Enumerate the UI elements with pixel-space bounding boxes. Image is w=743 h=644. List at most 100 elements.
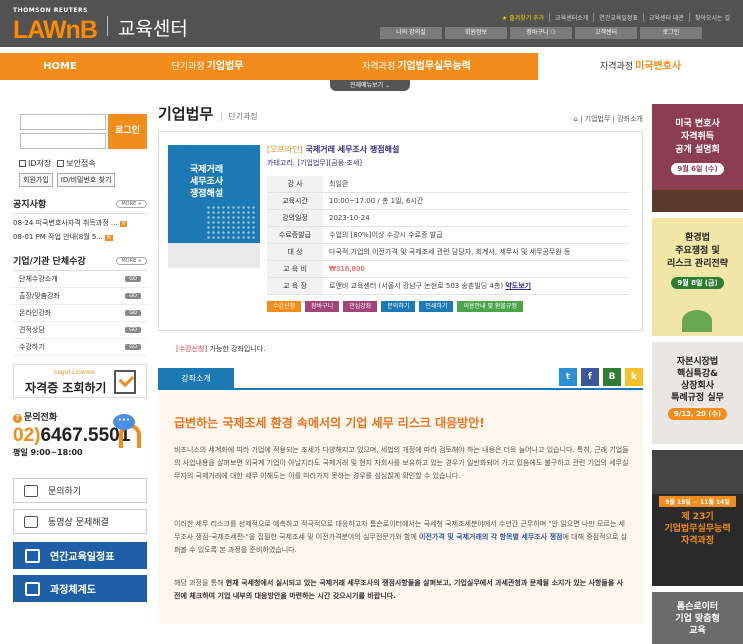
video-help-button[interactable]: 동영상 문제해결 xyxy=(13,509,147,534)
login-box: 로그인 xyxy=(13,108,147,168)
banner-us-lawyer[interactable]: 미국 변호사 자격취득 공개 설명회 9월 6일 (수) xyxy=(652,104,743,212)
nav-cert-course[interactable]: 자격과정 기업법무실무능력 xyxy=(295,53,538,80)
nav-label: 기업법무실무능력 xyxy=(397,61,471,72)
print-button[interactable]: 인쇄하기 xyxy=(419,301,454,312)
share-icons: t f B k xyxy=(559,368,643,386)
banner-cert-course[interactable]: 9월 19일 ~ 11월 14일 제 23기 기업법무실무능력 자격과정 xyxy=(652,450,743,586)
book-pattern xyxy=(206,205,256,239)
util-link-directions[interactable]: 찾아오시는 길 xyxy=(688,13,735,22)
add-cart-button[interactable]: 장바구니 xyxy=(305,301,340,312)
phone-label: 문의전화 xyxy=(24,413,58,423)
course-actions: 수강신청 장바구니 관심강좌 문의하기 인쇄하기 이용안내 및 환불규정 xyxy=(267,301,639,312)
info-label: 수료증발급 xyxy=(267,226,323,244)
customer-center-button[interactable]: 고객센터 xyxy=(575,27,637,39)
login-button[interactable]: 로그인 xyxy=(108,114,147,149)
info-row: 교 육 비 ₩316,800 xyxy=(267,260,629,278)
page-header: 기업법무 단기과정 ⌂ | 기업법무 | 강좌소개 xyxy=(158,104,643,124)
info-label: 교 육 장 xyxy=(267,277,323,295)
biz-item[interactable]: 단체수강소개 GO xyxy=(13,271,147,288)
banner-title: 자본시장법 핵심특강& 상장회사 특례규정 실무 xyxy=(671,357,724,403)
tab-bar: 강좌소개 t f B k xyxy=(158,368,643,390)
member-info-button[interactable]: 회원정보 xyxy=(445,27,507,39)
nav-prefix: 자격과정 xyxy=(599,62,634,72)
biz-item[interactable]: 온라인강좌 GO xyxy=(13,305,147,322)
biz-item[interactable]: 출장/맞춤강좌 GO xyxy=(13,288,147,305)
chat-bubble-icon: ••• xyxy=(113,414,135,430)
notice-more-button[interactable]: MORE + xyxy=(116,199,147,208)
info-label: 강 사 xyxy=(267,176,323,193)
biz-more-button[interactable]: MORE + xyxy=(116,256,147,265)
book-footer xyxy=(168,243,260,268)
page-subtitle: 단기과정 xyxy=(221,112,258,121)
map-link[interactable]: 약도보기 xyxy=(505,282,531,290)
info-value: 다국적 기업의 이전가격 및 국제조세 관련 담당자, 회계사, 세무사 및 세… xyxy=(323,243,629,261)
annual-schedule-button[interactable]: 연간교육일정표 xyxy=(13,542,147,569)
go-button[interactable]: GO xyxy=(125,293,141,299)
twitter-icon[interactable]: t xyxy=(559,368,577,386)
nav-home[interactable]: HOME xyxy=(0,53,120,80)
nav-short-course[interactable]: 단기과정 기업법무 xyxy=(120,53,295,80)
util-link-bookmark[interactable]: ★ 즐겨찾기 추가 xyxy=(497,13,549,22)
go-button[interactable]: GO xyxy=(125,276,141,282)
util-link-schedule[interactable]: 연간교육일정표 xyxy=(593,13,643,22)
apply-note-highlight: [수강신청] xyxy=(176,345,208,353)
para2-highlight: 이전가격 및 국제거래의 각 항목별 세무조사 쟁점 xyxy=(419,533,563,541)
info-value: 수업의 [80%]이상 수강시 수료증 발급 xyxy=(323,226,629,244)
intro-paragraph-3: 해당 과정을 통해 현재 국세청에서 실시되고 있는 국제거래 세무조사의 쟁점… xyxy=(174,577,629,603)
banner-custom-training[interactable]: 톰슨로이터 기업 맞춤형 교육 xyxy=(652,592,743,644)
refund-policy-button[interactable]: 이용안내 및 환불규정 xyxy=(457,301,523,312)
biz-item[interactable]: 수강하기 GO xyxy=(13,339,147,356)
util-link-about[interactable]: 교육센터소개 xyxy=(549,13,593,22)
tab-course-intro[interactable]: 강좌소개 xyxy=(158,368,234,390)
notice-item[interactable]: 08-24 미국변호사자격 취득과정 ... N xyxy=(13,218,147,228)
info-label: 대 상 xyxy=(267,243,323,261)
phone-prefix: 02) xyxy=(13,425,41,446)
nav-label: 미국변호사 xyxy=(635,61,682,72)
go-button[interactable]: GO xyxy=(125,327,141,333)
notice-item[interactable]: 08-01 PM 작업 안내(8월 5... N xyxy=(13,232,147,242)
apply-button[interactable]: 수강신청 xyxy=(267,301,302,312)
inquiry-label: 문의하기 xyxy=(48,487,82,497)
favorite-button[interactable]: 관심강좌 xyxy=(343,301,378,312)
info-row: 대 상 다국적 기업의 이전가격 및 국제조세 관련 담당자, 회계사, 세무사 … xyxy=(267,243,629,261)
banner-gavel-image xyxy=(652,190,743,212)
nav-us-lawyer[interactable]: 자격과정 미국변호사 xyxy=(538,53,743,80)
notice-title: 공지사항 xyxy=(13,200,47,210)
brand-logo: LAWnB xyxy=(13,16,98,44)
course-box: 국제거래 세무조사 쟁점해설 [오프라인] 국제거래 세무조사 쟁점해설 카테고… xyxy=(158,131,643,331)
id-input[interactable] xyxy=(20,114,106,130)
biz-item-label: 단체수강소개 xyxy=(19,275,58,283)
join-button[interactable]: 회원가입 xyxy=(19,173,53,187)
info-value: 최일환 xyxy=(323,176,629,193)
banner-environment-law[interactable]: 환경법 주요쟁점 및 리스크 관리전략 9월 8일 (금) xyxy=(652,218,743,336)
info-row: 교육시간 10:00~17:00 / 총 1일, 6시간 xyxy=(267,192,629,210)
license-check-banner[interactable]: Legal License 자격증 조회하기 xyxy=(13,364,147,398)
cart-button[interactable]: 장바구니 ⚆ xyxy=(510,27,572,39)
logo-divider xyxy=(106,16,108,36)
biz-item[interactable]: 견적상담 GO xyxy=(13,322,147,339)
banner-title: 톰슨로이터 기업 맞춤형 교육 xyxy=(675,602,720,636)
para3-text: 해당 과정을 통해 xyxy=(174,579,226,587)
util-link-rental[interactable]: 교육센터 대관 xyxy=(642,13,689,22)
inquiry-button[interactable]: 문의하기 xyxy=(13,478,147,503)
my-classroom-button[interactable]: 나의 강의실 xyxy=(380,27,442,39)
login-top-button[interactable]: 로그인 xyxy=(640,27,702,39)
password-input[interactable] xyxy=(20,133,106,149)
course-category: 카테고리: [기업법무][금융·조세] xyxy=(267,159,363,167)
inquire-button[interactable]: 문의하기 xyxy=(381,301,416,312)
banner-capital-market[interactable]: 자본시장법 핵심특강& 상장회사 특례규정 실무 9/13, 20 (수) xyxy=(652,342,743,444)
band-icon[interactable]: B xyxy=(603,368,621,386)
go-button[interactable]: GO xyxy=(125,310,141,316)
all-menu-button[interactable]: 전체메뉴보기 ⌄ xyxy=(330,80,410,91)
video-help-label: 동영상 문제해결 xyxy=(48,518,109,528)
find-id-button[interactable]: ID/비밀번호 찾기 xyxy=(56,173,116,187)
annual-schedule-label: 연간교육일정표 xyxy=(50,552,115,563)
facebook-icon[interactable]: f xyxy=(581,368,599,386)
intro-paragraph-1: 비즈니스의 세계화에 따라 기업에 적용되는 조세가 다양해지고 있으며, 세법… xyxy=(174,446,629,480)
site-logo[interactable]: THOMSON REUTERS LAWnB 교육센터 xyxy=(13,7,188,44)
course-system-button[interactable]: 과정체계도 xyxy=(13,575,147,602)
kakao-icon[interactable]: k xyxy=(625,368,643,386)
notice-header: 공지사항 MORE + xyxy=(13,197,147,214)
info-row: 교 육 장 로앤비 교육센터 (서울시 강남구 논현로 503 송촌빌딩 4층) … xyxy=(267,277,629,295)
go-button[interactable]: GO xyxy=(125,344,141,350)
